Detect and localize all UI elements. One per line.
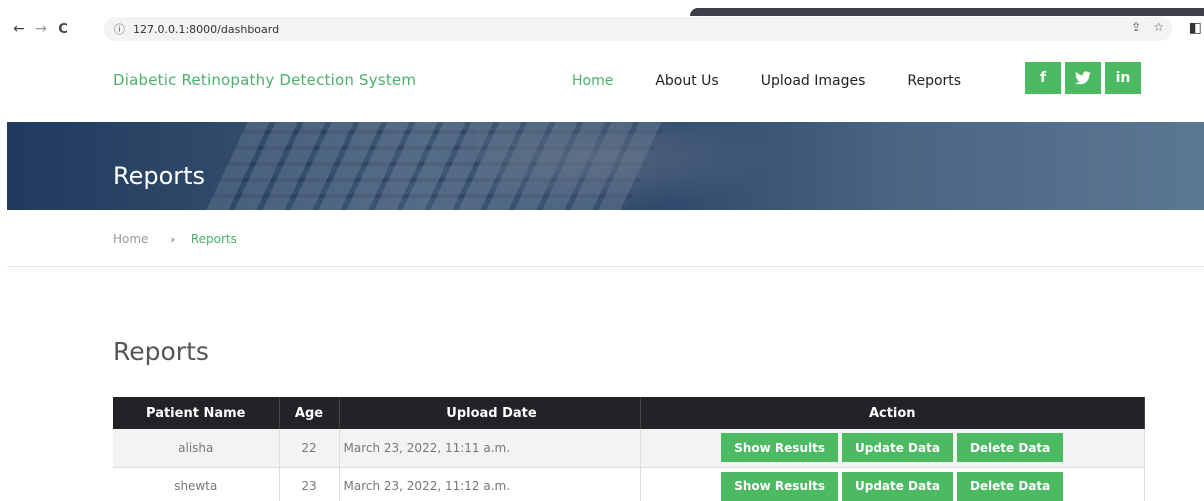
table-row: alisha 22 March 23, 2022, 11:11 a.m. Sho… — [113, 429, 1145, 468]
header-age: Age — [279, 397, 340, 429]
twitter-icon[interactable] — [1065, 62, 1101, 94]
reports-table: Patient Name Age Upload Date Action alis… — [113, 397, 1145, 501]
table-header-row: Patient Name Age Upload Date Action — [113, 397, 1145, 429]
banner-hand-image — [477, 122, 777, 210]
twitter-bird-glyph — [1075, 71, 1091, 85]
delete-data-button[interactable]: Delete Data — [956, 433, 1064, 463]
show-results-button[interactable]: Show Results — [721, 471, 838, 501]
banner-title: Reports — [113, 162, 206, 190]
update-data-button[interactable]: Update Data — [841, 471, 953, 501]
site-header: Diabetic Retinopathy Detection System Ho… — [0, 42, 1204, 122]
nav-home[interactable]: Home — [572, 73, 613, 89]
address-bar[interactable]: ⓘ 127.0.0.1:8000/dashboard ⇪ ☆ — [104, 17, 1172, 41]
bookmark-star-icon[interactable]: ☆ — [1153, 20, 1164, 34]
show-results-button[interactable]: Show Results — [721, 433, 838, 463]
divider — [7, 266, 1204, 267]
url-text[interactable]: 127.0.0.1:8000/dashboard — [133, 23, 279, 36]
social-links: f in — [1025, 62, 1141, 94]
cell-upload-date: March 23, 2022, 11:12 a.m. — [339, 467, 641, 501]
cell-actions: Show Results Update Data Delete Data — [640, 429, 1145, 468]
header-upload-date: Upload Date — [339, 397, 641, 429]
cell-upload-date: March 23, 2022, 11:11 a.m. — [339, 429, 641, 468]
table-row: shewta 23 March 23, 2022, 11:12 a.m. Sho… — [113, 467, 1145, 501]
brand-title[interactable]: Diabetic Retinopathy Detection System — [113, 71, 416, 89]
facebook-icon[interactable]: f — [1025, 62, 1061, 94]
nav-about-us[interactable]: About Us — [655, 73, 718, 89]
header-action: Action — [640, 397, 1145, 429]
browser-toolbar: ← → C ⓘ 127.0.0.1:8000/dashboard ⇪ ☆ — [0, 16, 1204, 42]
page-title: Reports — [113, 337, 209, 366]
page-banner: Reports — [7, 122, 1204, 210]
cell-age: 23 — [279, 467, 340, 501]
breadcrumb-home[interactable]: Home — [113, 232, 148, 246]
nav-upload-images[interactable]: Upload Images — [761, 73, 866, 89]
breadcrumb-current: Reports — [190, 232, 237, 246]
side-panel-icon[interactable]: ◧ — [1189, 20, 1202, 36]
delete-data-button[interactable]: Delete Data — [956, 471, 1064, 501]
cell-patient-name: shewta — [113, 467, 280, 501]
back-icon[interactable]: ← — [8, 18, 30, 40]
reload-icon[interactable]: C — [52, 18, 74, 40]
cell-actions: Show Results Update Data Delete Data — [640, 467, 1145, 501]
breadcrumb: Home › Reports — [113, 232, 237, 246]
forward-icon[interactable]: → — [30, 18, 52, 40]
share-icon[interactable]: ⇪ — [1131, 20, 1141, 34]
linkedin-icon[interactable]: in — [1105, 62, 1141, 94]
header-patient-name: Patient Name — [113, 397, 280, 429]
site-info-icon[interactable]: ⓘ — [114, 21, 125, 37]
browser-tab-strip — [690, 8, 1204, 16]
breadcrumb-separator-icon: › — [170, 232, 175, 246]
cell-patient-name: alisha — [113, 429, 280, 468]
update-data-button[interactable]: Update Data — [841, 433, 953, 463]
main-nav: Home About Us Upload Images Reports — [572, 73, 1003, 89]
nav-reports[interactable]: Reports — [907, 73, 961, 89]
cell-age: 22 — [279, 429, 340, 468]
